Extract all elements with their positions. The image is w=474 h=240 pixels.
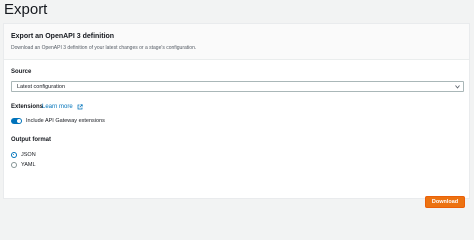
yaml-option-label[interactable]: YAML (21, 162, 36, 168)
learn-more-link[interactable]: Learn more (42, 104, 73, 110)
export-page: Export Export an OpenAPI 3 definition Do… (0, 0, 474, 210)
toggle-knob (17, 119, 21, 123)
panel-title: Export an OpenAPI 3 definition (11, 33, 115, 40)
source-label: Source (11, 69, 32, 75)
extensions-label: Extensions (11, 104, 44, 110)
output-format-label: Output format (11, 137, 51, 143)
yaml-radio[interactable] (11, 162, 17, 168)
source-select[interactable]: Latest configuration (11, 81, 464, 92)
json-radio[interactable] (11, 152, 17, 158)
panel-header: Export an OpenAPI 3 definition Download … (4, 24, 469, 60)
page-title: Export (4, 1, 48, 18)
export-panel: Export an OpenAPI 3 definition Download … (3, 23, 470, 199)
toggle-label: Include API Gateway extensions (26, 118, 105, 124)
external-link-icon[interactable] (77, 104, 83, 110)
panel-description: Download an OpenAPI 3 definition of your… (11, 45, 197, 51)
json-option-label[interactable]: JSON (21, 152, 36, 158)
download-button[interactable]: Download (425, 196, 465, 208)
api-gateway-extensions-toggle[interactable] (11, 118, 22, 124)
caret-down-icon (455, 85, 460, 89)
source-select-value: Latest configuration (17, 84, 66, 90)
